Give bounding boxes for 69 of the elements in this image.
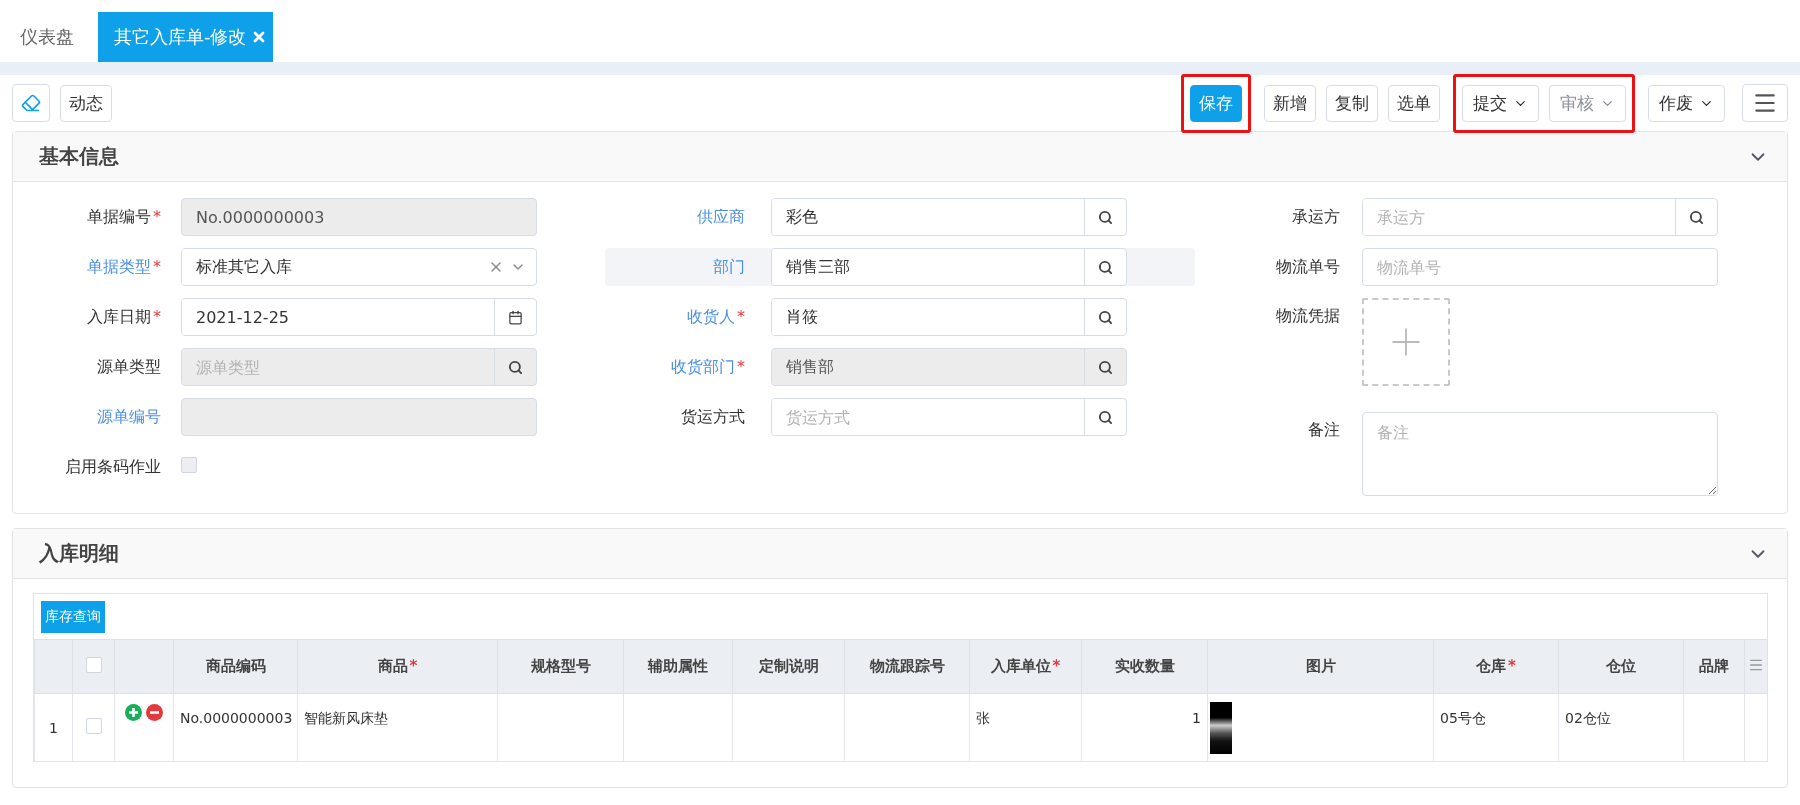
date-field[interactable]: 2021-12-25 <box>181 298 537 336</box>
field-label: 供应商 <box>696 206 745 228</box>
column-header[interactable]: 辅助属性 <box>623 639 733 694</box>
column-header[interactable]: 图片 <box>1207 639 1434 694</box>
section-header[interactable]: 基本信息 <box>13 132 1787 182</box>
tab[interactable]: 仪表盘 <box>8 12 86 62</box>
lookup-field[interactable]: 承运方 <box>1362 198 1718 236</box>
field-label: 源单类型 <box>96 356 161 378</box>
field-label: 启用条码作业 <box>64 456 161 478</box>
field-label: 备注 <box>1307 419 1340 441</box>
table-cell: 05号仓 <box>1433 693 1559 762</box>
lookup-field[interactable]: 肖筱 <box>771 298 1127 336</box>
lookup-field[interactable]: 彩色 <box>771 198 1127 236</box>
column-header[interactable]: 物流跟踪号 <box>844 639 970 694</box>
column-header[interactable]: 实收数量 <box>1081 639 1208 694</box>
lookup-field[interactable]: 货运方式 <box>771 398 1127 436</box>
row-number: 1 <box>34 693 73 762</box>
table-cell: 智能新风床垫 <box>297 693 498 762</box>
toolbar-button[interactable]: 新增 <box>1264 84 1316 122</box>
search-icon[interactable] <box>1098 409 1113 425</box>
field-label: 单据类型* <box>86 256 161 278</box>
eraser-button[interactable] <box>12 84 50 122</box>
field-label: 收货人* <box>686 306 745 328</box>
column-header[interactable]: 仓位 <box>1558 639 1684 694</box>
section-header[interactable]: 入库明细 <box>13 529 1787 579</box>
menu-button[interactable] <box>1742 84 1788 122</box>
search-icon[interactable] <box>1098 209 1113 225</box>
field-label: 单据编号* <box>86 206 161 228</box>
activity-button[interactable]: 动态 <box>60 84 112 122</box>
field-label: 货运方式 <box>680 406 745 428</box>
checkbox[interactable] <box>85 718 102 734</box>
remark-textarea[interactable]: 备注 <box>1362 412 1718 496</box>
add-row-icon[interactable] <box>125 704 142 721</box>
field-label: 物流凭据 <box>1275 305 1340 327</box>
field-label: 源单编号 <box>96 406 161 428</box>
section-title: 入库明细 <box>39 540 119 567</box>
field-label: 收货部门* <box>670 356 745 378</box>
text-field[interactable]: 物流单号 <box>1362 248 1718 286</box>
field-label: 部门 <box>712 256 745 278</box>
table-cell: 1 <box>1081 693 1208 762</box>
field-label: 物流单号 <box>1275 256 1340 278</box>
search-icon[interactable] <box>1098 309 1113 325</box>
toolbar-button[interactable]: 选单 <box>1388 84 1440 122</box>
table-cell: 张 <box>969 693 1082 762</box>
column-header[interactable]: 商品编码 <box>173 639 298 694</box>
lookup-field[interactable]: 销售三部 <box>771 248 1127 286</box>
checkbox[interactable] <box>85 656 102 673</box>
column-header[interactable]: 规格型号 <box>497 639 624 694</box>
select-field[interactable]: 标准其它入库 <box>181 248 537 286</box>
eraser-icon <box>21 93 41 113</box>
table-cell: 02仓位 <box>1558 693 1684 762</box>
remove-row-icon[interactable] <box>146 704 163 721</box>
column-header[interactable]: 商品* <box>297 639 498 694</box>
search-icon[interactable] <box>1689 209 1704 225</box>
field-label: 承运方 <box>1291 206 1340 228</box>
column-header[interactable]: 品牌 <box>1683 639 1745 694</box>
toolbar-button[interactable]: 作废 <box>1648 84 1725 122</box>
photo-placeholder <box>1210 701 1232 754</box>
column-header[interactable]: 定制说明 <box>732 639 845 694</box>
field-label: 入库日期* <box>86 306 161 328</box>
column-header[interactable]: 仓库* <box>1433 639 1559 694</box>
toolbar-button[interactable]: 提交 <box>1462 84 1539 122</box>
calendar-icon[interactable] <box>508 309 523 325</box>
column-header[interactable]: 入库单位* <box>969 639 1082 694</box>
section-title: 基本信息 <box>39 143 119 170</box>
toolbar-button[interactable]: 复制 <box>1326 84 1378 122</box>
search-icon[interactable] <box>1098 259 1113 275</box>
table-cell <box>1683 693 1745 762</box>
table-cell: No.0000000003 <box>173 693 298 762</box>
